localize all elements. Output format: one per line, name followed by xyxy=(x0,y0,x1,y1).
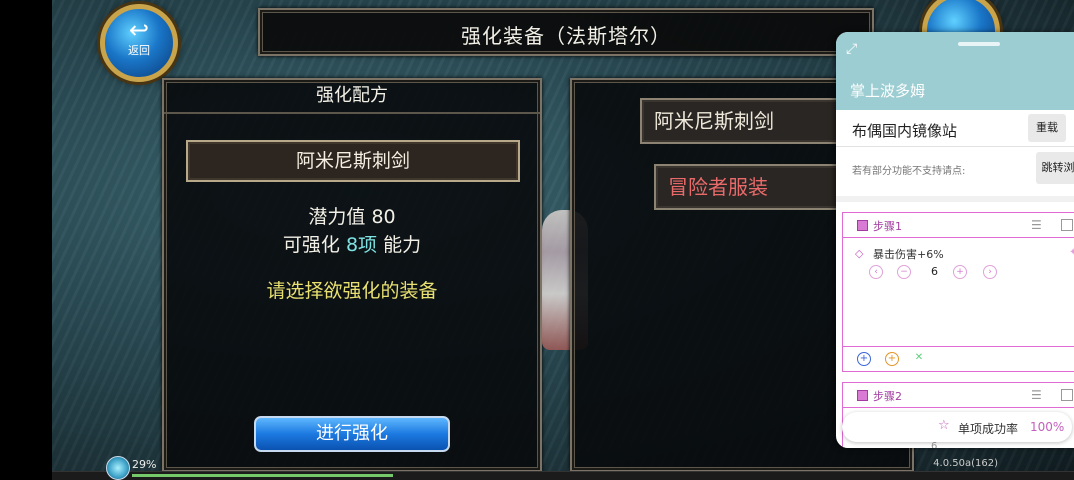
window-title: 强化装备（法斯塔尔） xyxy=(461,24,671,48)
chevron-right-icon[interactable]: › xyxy=(983,265,997,279)
checkbox[interactable] xyxy=(1061,219,1073,231)
step-item-label: 暴击伤害+6% xyxy=(873,248,944,261)
success-rate-value: 100% xyxy=(1030,420,1065,434)
diamond-icon: ◇ xyxy=(855,247,864,260)
potential-label: 潜力值 xyxy=(308,206,366,228)
loading-bar xyxy=(52,471,1074,480)
menu-icon[interactable]: ☰ xyxy=(1031,388,1042,402)
potential-value: 80 xyxy=(371,206,396,228)
enhance-label: 可强化 xyxy=(282,234,340,256)
potential-line: 潜力值 80 xyxy=(164,202,540,229)
recipe-item-name: 阿米尼斯刺剑 xyxy=(295,150,410,172)
step-title: 步骤2 xyxy=(873,390,902,403)
flag-icon xyxy=(857,390,868,401)
jump-button[interactable]: 跳转浏 xyxy=(1036,152,1074,184)
select-equipment-prompt: 请选择欲强化的装备 xyxy=(266,280,438,302)
overlay-title: 掌上波多姆 xyxy=(850,82,926,100)
expand-icon[interactable]: ⤢ xyxy=(846,40,864,58)
flag-icon xyxy=(857,220,868,231)
plus-icon[interactable]: + xyxy=(953,265,967,279)
mirror-site-label: 布偶国内镜像站 xyxy=(852,122,958,140)
enhance-suffix: 能力 xyxy=(383,234,422,256)
chevron-left-icon[interactable]: ‹ xyxy=(869,265,883,279)
back-button[interactable]: ↩ 返回 xyxy=(100,4,178,82)
hint-text: 若有部分功能不支持请点: xyxy=(852,166,966,177)
step-header: 步骤1 ☰ xyxy=(843,213,1074,238)
enhance-count: 8项 xyxy=(345,234,378,256)
enhance-button[interactable]: 进行强化 xyxy=(254,416,450,452)
recipe-panel-title: 强化配方 xyxy=(316,85,388,106)
reload-button[interactable]: 重载 xyxy=(1028,114,1066,142)
version-label: 4.0.50a(162) xyxy=(933,458,998,469)
mirror-row: 布偶国内镜像站 重载 xyxy=(836,112,1074,147)
overlay-header: ⤢ 掌上波多姆 xyxy=(836,32,1074,110)
drag-handle[interactable] xyxy=(958,42,1000,46)
back-button-label: 返回 xyxy=(128,44,150,57)
recipe-panel: 强化配方 阿米尼斯刺剑 潜力值 80 可强化 8项 能力 请选择欲强化的装备 进… xyxy=(162,78,542,472)
add-icon[interactable]: + xyxy=(857,352,871,366)
add-orange-icon[interactable]: + xyxy=(885,352,899,366)
enhance-line: 可强化 8项 能力 xyxy=(164,230,540,257)
step-title: 步骤1 xyxy=(873,220,902,233)
loading-icon xyxy=(106,456,130,480)
window-title-bar: 强化装备（法斯塔尔） xyxy=(258,8,874,56)
helper-overlay: ⤢ 掌上波多姆 布偶国内镜像站 重载 若有部分功能不支持请点: 跳转浏 步骤1 … xyxy=(836,32,1074,448)
star-outline-icon: ☆ xyxy=(938,418,950,433)
success-rate-pill: ☆ 单项成功率 100% xyxy=(842,412,1072,442)
recipe-item-slot[interactable]: 阿米尼斯刺剑 xyxy=(186,140,520,182)
step-card-1: 步骤1 ☰ ◇ 暴击伤害+6% ✦ ‹ − 6 + › + + ✕ xyxy=(842,212,1074,372)
step-value[interactable]: 6 xyxy=(931,265,938,278)
step-header: 步骤2 ☰ xyxy=(843,383,1074,408)
load-percent: 29% xyxy=(132,458,157,471)
minus-icon[interactable]: − xyxy=(897,265,911,279)
recipe-panel-header: 强化配方 xyxy=(164,80,540,114)
step-toolbar: + + ✕ xyxy=(843,346,1074,371)
success-rate-label: 单项成功率 xyxy=(958,422,1019,436)
checkbox[interactable] xyxy=(1061,389,1073,401)
step-value: 6 xyxy=(931,441,938,448)
loading-bar-fill xyxy=(132,474,393,477)
divider xyxy=(836,196,1074,202)
menu-icon[interactable]: ☰ xyxy=(1031,218,1042,232)
star-icon[interactable]: ✦ xyxy=(1069,247,1074,258)
wand-icon[interactable]: ✕ xyxy=(913,352,925,364)
back-arrow-icon: ↩ xyxy=(128,16,150,44)
